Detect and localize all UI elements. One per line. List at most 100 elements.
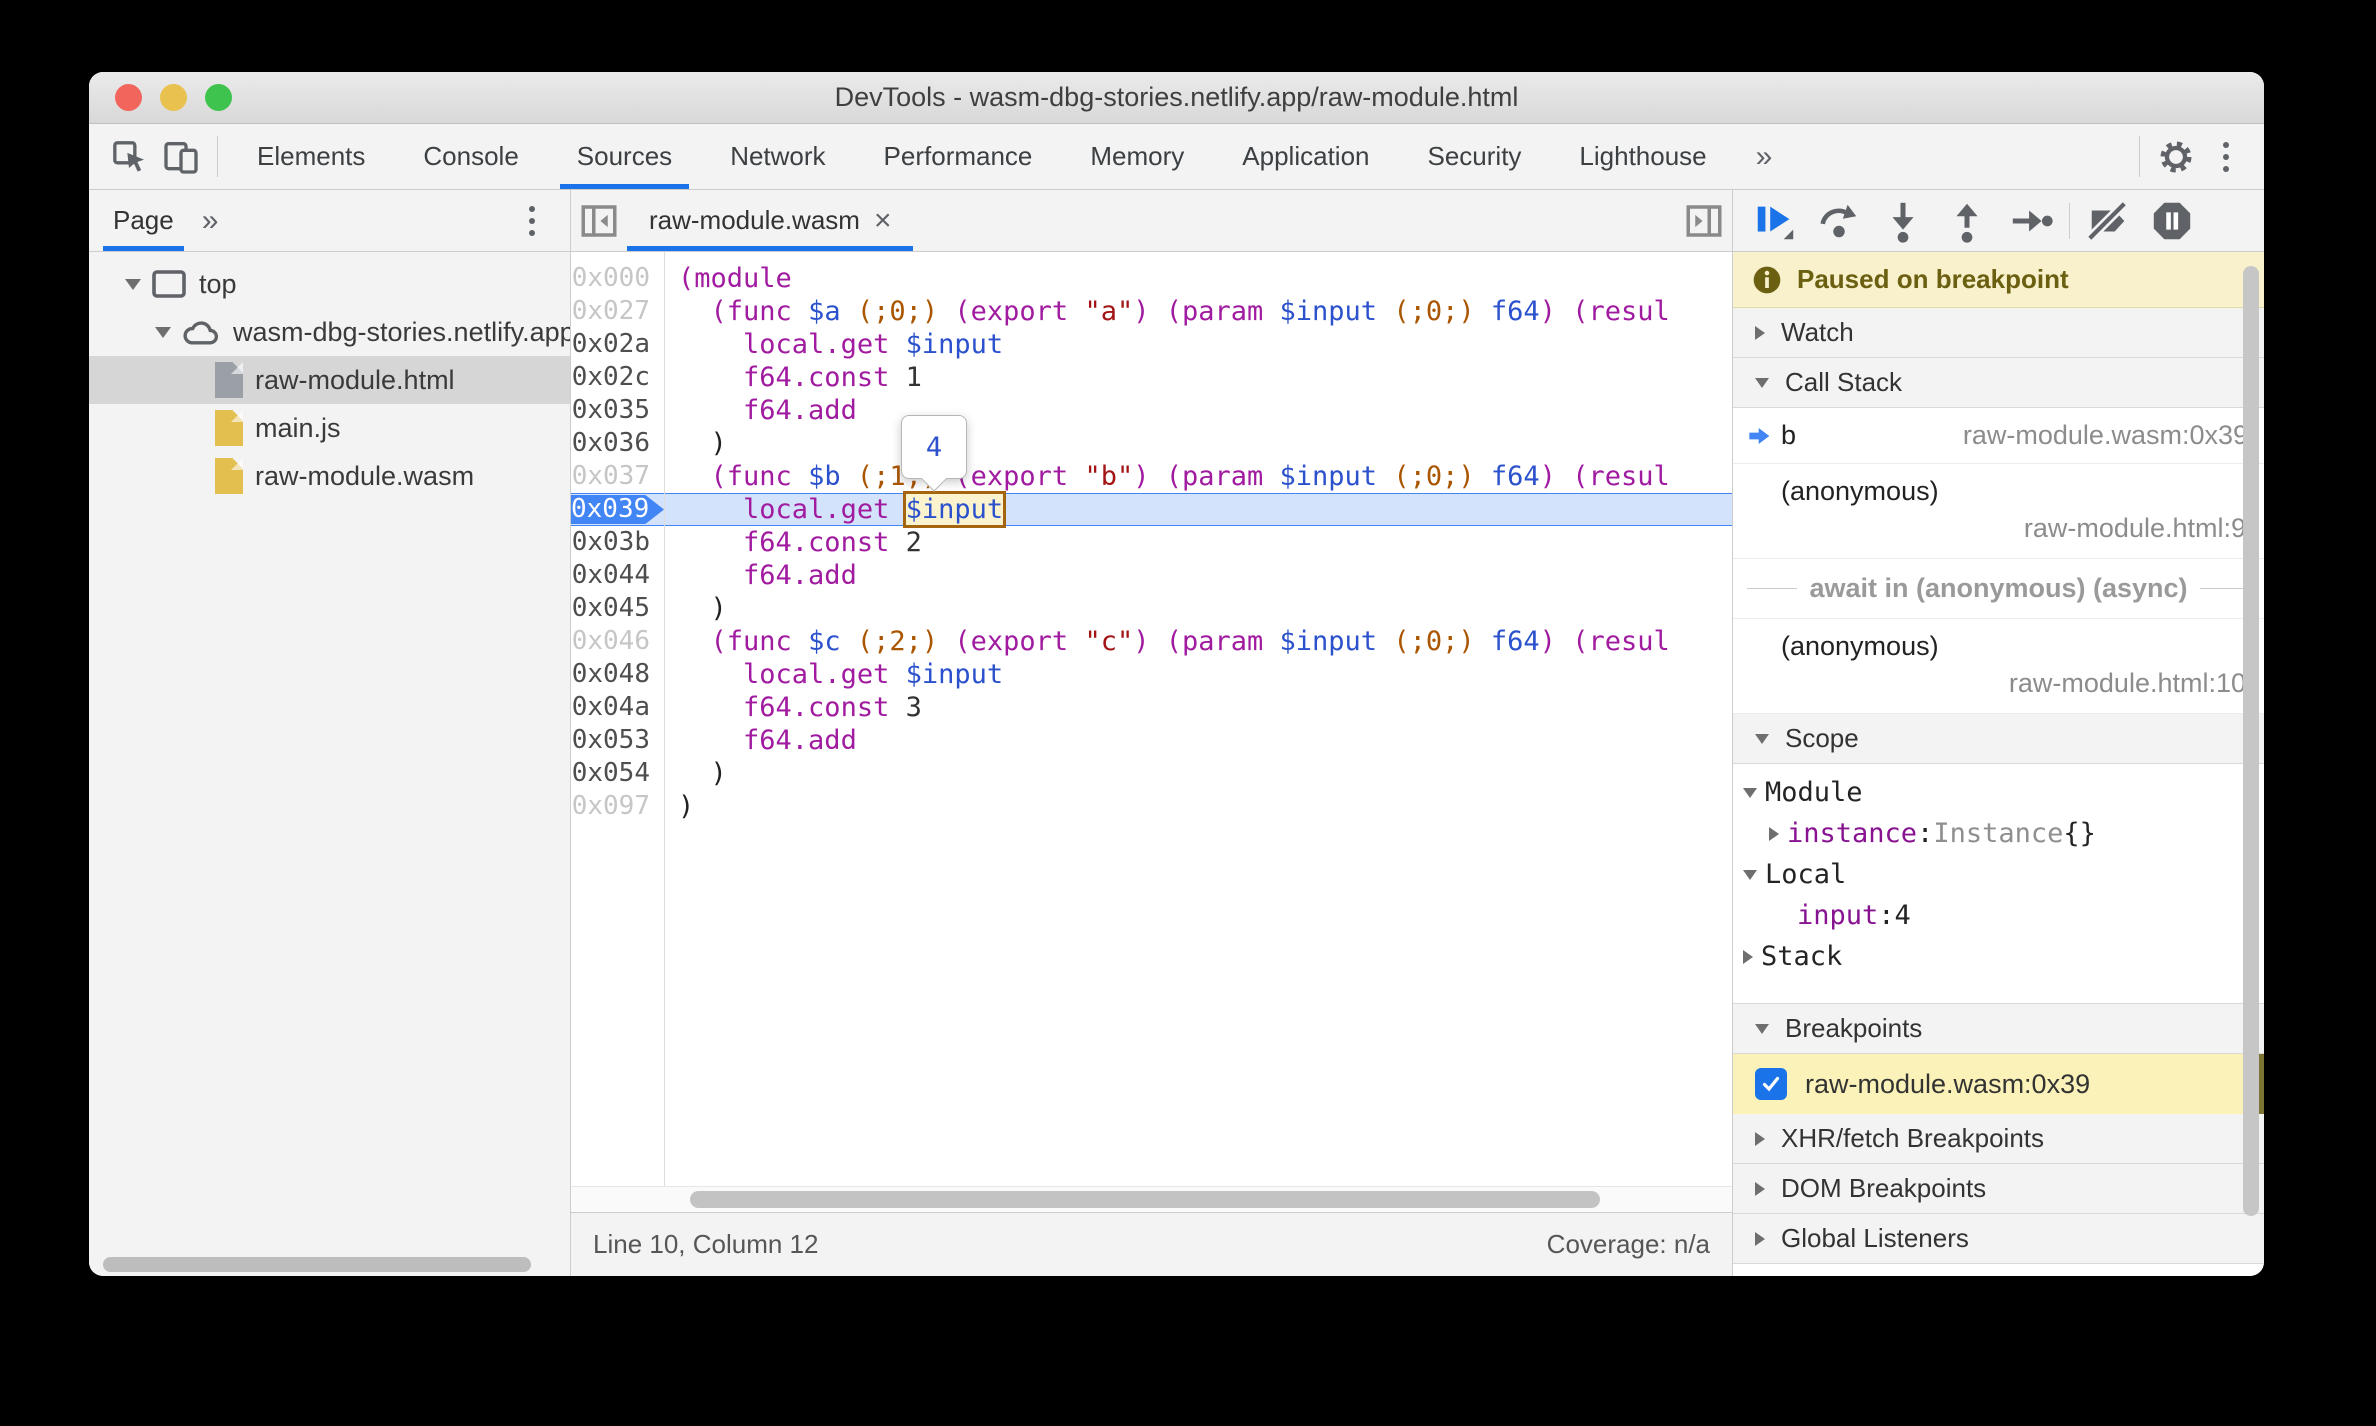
hide-debugger-icon[interactable] — [1676, 190, 1732, 251]
navigator-more-tabs-chevron[interactable]: » — [184, 204, 237, 238]
frame-location[interactable]: raw-module.html:10 — [1747, 662, 2248, 701]
frame-icon — [151, 269, 187, 299]
code-address[interactable]: 0x035 — [571, 394, 664, 427]
settings-gear-icon[interactable] — [2150, 124, 2202, 189]
section-breakpoints[interactable]: Breakpoints — [1733, 1004, 2264, 1054]
code-address[interactable]: 0x036 — [571, 427, 664, 460]
tab-application[interactable]: Application — [1213, 124, 1398, 189]
inspect-element-icon[interactable] — [103, 124, 155, 189]
scope-row[interactable]: Local — [1733, 854, 2264, 895]
scope-text: Local — [1765, 859, 1847, 890]
tree-item-raw-module-html[interactable]: raw-module.html — [89, 356, 570, 404]
editor-tab-raw-module-wasm[interactable]: raw-module.wasm × — [627, 190, 914, 251]
tree-item-top[interactable]: top — [89, 260, 570, 308]
tab-network[interactable]: Network — [701, 124, 854, 189]
resume-script-button[interactable] — [1743, 195, 1807, 247]
async-separator-label: await in (anonymous) (async) — [1809, 573, 2188, 603]
tree-item-main-js[interactable]: main.js — [89, 404, 570, 452]
disclosure-triangle[interactable] — [155, 326, 171, 338]
tab-elements[interactable]: Elements — [228, 124, 394, 189]
chevron-down-icon[interactable] — [1743, 787, 1757, 798]
devtools-menu-kebab-icon[interactable] — [2202, 124, 2250, 189]
code-address[interactable]: 0x04a — [571, 691, 664, 724]
call-stack-frame[interactable]: (anonymous) raw-module.html:10 — [1733, 619, 2264, 714]
scope-row[interactable]: input: 4 — [1733, 895, 2264, 936]
breakpoint-checkbox[interactable] — [1755, 1068, 1787, 1100]
navigator-menu-kebab-icon[interactable] — [508, 205, 556, 236]
tree-item-wasm-dbg-stories-netlify-app[interactable]: wasm-dbg-stories.netlify.app — [89, 308, 570, 356]
section-scope[interactable]: Scope — [1733, 714, 2264, 764]
code-token: (module — [678, 263, 792, 294]
debugger-vertical-scrollbar[interactable] — [2243, 266, 2259, 1216]
code-address[interactable]: 0x045 — [571, 592, 664, 625]
scope-row[interactable]: Stack — [1733, 936, 2264, 977]
editor-horizontal-scrollbar[interactable] — [571, 1186, 1732, 1212]
code-address[interactable]: 0x044 — [571, 559, 664, 592]
step-out-button[interactable] — [1935, 195, 1999, 247]
frame-location[interactable]: raw-module.wasm:0x39 — [1963, 420, 2248, 451]
code-address[interactable]: 0x02c — [571, 361, 664, 394]
scope-row[interactable]: Module — [1733, 772, 2264, 813]
navigator-horizontal-scrollbar[interactable] — [89, 1254, 570, 1276]
code-address[interactable]: 0x037 — [571, 460, 664, 493]
code-line: (func $c (;2;) (export "c") (param $inpu… — [678, 625, 1732, 658]
code-address[interactable]: 0x046 — [571, 625, 664, 658]
file-yellow — [215, 410, 243, 446]
code-address[interactable]: 0x03b — [571, 526, 664, 559]
breakpoint-entry[interactable]: raw-module.wasm:0x39 — [1733, 1054, 2264, 1114]
code-address[interactable]: 0x039 — [571, 495, 664, 524]
chevron-right-icon[interactable] — [1769, 826, 1779, 841]
tab-console[interactable]: Console — [394, 124, 547, 189]
code-gutter[interactable]: 0x000 0x027 0x02a 0x02c 0x035 0x036 0x037 0x039… — [571, 252, 665, 1186]
more-tabs-chevron[interactable]: » — [1736, 124, 1793, 189]
chevron-right-icon — [1755, 1131, 1765, 1146]
section-global-listeners[interactable]: Global Listeners — [1733, 1214, 2264, 1264]
step-button[interactable] — [1999, 195, 2063, 247]
disclosure-triangle[interactable] — [125, 278, 141, 290]
tab-security[interactable]: Security — [1399, 124, 1551, 189]
pause-on-exceptions-button[interactable] — [2140, 195, 2204, 247]
section-watch[interactable]: Watch — [1733, 308, 2264, 358]
step-into-button[interactable] — [1871, 195, 1935, 247]
code-address[interactable]: 0x053 — [571, 724, 664, 757]
code-editor[interactable]: 0x000 0x027 0x02a 0x02c 0x035 0x036 0x037 0x039… — [571, 252, 1732, 1186]
code-address[interactable]: 0x097 — [571, 790, 664, 823]
tree-item-raw-module-wasm[interactable]: raw-module.wasm — [89, 452, 570, 500]
tab-page[interactable]: Page — [103, 190, 184, 251]
cloud-icon — [181, 317, 221, 347]
section-call-stack[interactable]: Call Stack — [1733, 358, 2264, 408]
code-address[interactable]: 0x054 — [571, 757, 664, 790]
code-address[interactable]: 0x027 — [571, 295, 664, 328]
chevron-down-icon[interactable] — [1743, 869, 1757, 880]
tab-memory[interactable]: Memory — [1061, 124, 1213, 189]
frame-location[interactable]: raw-module.html:9 — [1747, 507, 2248, 546]
deactivate-breakpoints-button[interactable] — [2076, 195, 2140, 247]
section-xhr-breakpoints[interactable]: XHR/fetch Breakpoints — [1733, 1114, 2264, 1164]
maximize-window-button[interactable] — [205, 84, 232, 111]
tab-sources[interactable]: Sources — [548, 124, 701, 189]
chevron-right-icon — [1755, 1231, 1765, 1246]
tree-item-label: wasm-dbg-stories.netlify.app — [233, 316, 570, 347]
chevron-right-icon[interactable] — [1743, 949, 1753, 964]
tab-performance[interactable]: Performance — [855, 124, 1062, 189]
scope-row[interactable]: instance: Instance {} — [1733, 813, 2264, 854]
step-over-button[interactable] — [1807, 195, 1871, 247]
call-stack-frame[interactable]: b raw-module.wasm:0x39 — [1733, 408, 2264, 464]
code-address[interactable]: 0x000 — [571, 262, 664, 295]
code-token: ) — [678, 791, 695, 822]
hide-navigator-icon[interactable] — [571, 190, 627, 251]
close-tab-icon[interactable]: × — [874, 205, 892, 236]
code-token: (resul — [1572, 296, 1670, 327]
section-dom-breakpoints[interactable]: DOM Breakpoints — [1733, 1164, 2264, 1214]
code-address[interactable]: 0x02a — [571, 328, 664, 361]
tab-lighthouse[interactable]: Lighthouse — [1550, 124, 1735, 189]
close-window-button[interactable] — [115, 84, 142, 111]
section-call-stack-label: Call Stack — [1785, 367, 1903, 397]
call-stack-frame[interactable]: (anonymous) raw-module.html:9 — [1733, 464, 2264, 559]
device-toolbar-icon[interactable] — [155, 124, 207, 189]
minimize-window-button[interactable] — [160, 84, 187, 111]
paused-message: Paused on breakpoint — [1797, 264, 2069, 294]
breakpoint-location: raw-module.wasm:0x39 — [1805, 1068, 2091, 1099]
code-address[interactable]: 0x048 — [571, 658, 664, 691]
